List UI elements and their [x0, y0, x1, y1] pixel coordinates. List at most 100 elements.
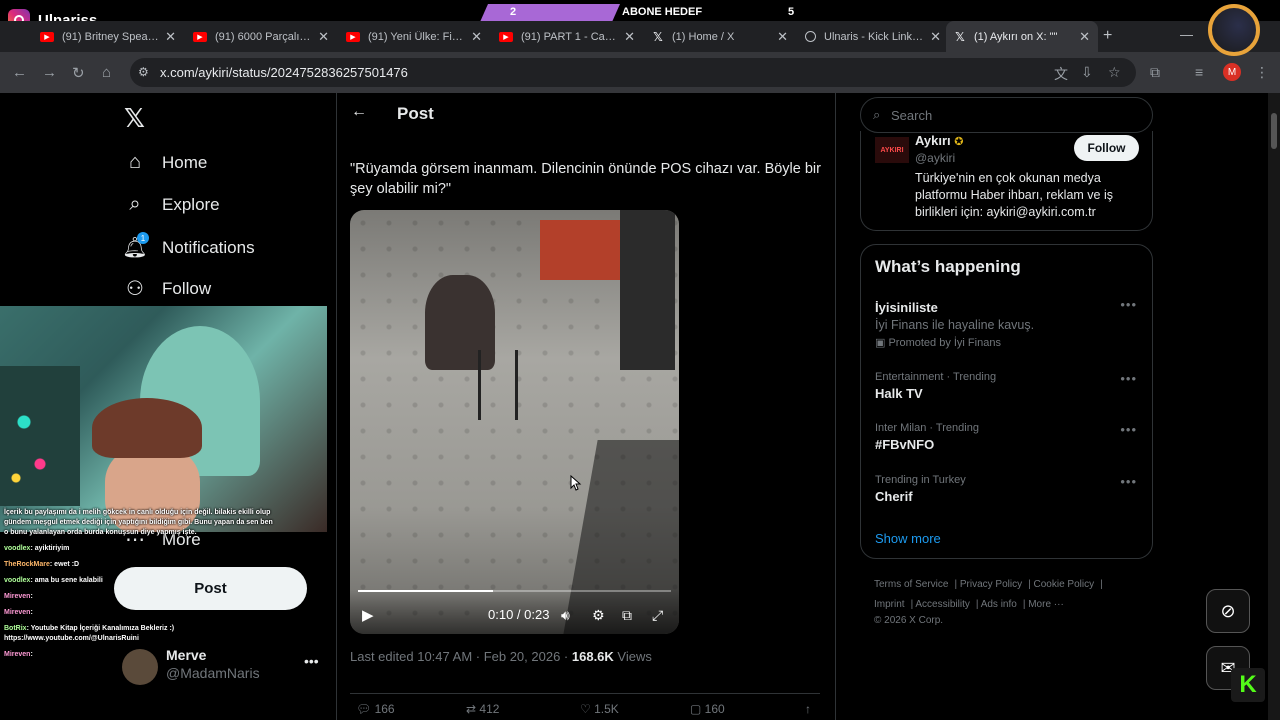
back-icon[interactable]: ←: [12, 64, 27, 81]
install-icon[interactable]: ⇩: [1081, 64, 1093, 81]
video-frame-crutches: [478, 350, 518, 420]
search-placeholder: Search: [891, 107, 933, 123]
tab-title: (1) Home / X: [672, 30, 735, 43]
tab-4[interactable]: 𝕏 (1) Home / X ✕: [644, 21, 796, 52]
close-icon[interactable]: ✕: [930, 29, 941, 45]
close-icon[interactable]: ✕: [318, 29, 329, 45]
chat-user: Mireven: [4, 593, 31, 600]
nav-label: Home: [162, 152, 208, 172]
x-logo-icon[interactable]: 𝕏: [124, 103, 145, 134]
chat-text: : ama bu sene kalabili: [30, 577, 103, 584]
reload-icon[interactable]: ↻: [72, 64, 85, 82]
url-input[interactable]: ⚙ x.com/aykiri/status/202475283625750147…: [130, 58, 1136, 87]
follow-button[interactable]: Follow: [1074, 135, 1139, 161]
address-bar: ← → ↻ ⌂ ⚙ x.com/aykiri/status/2024752836…: [0, 52, 1280, 93]
close-icon[interactable]: ✕: [165, 29, 176, 45]
post-meta: Last edited 10:47 AM · Feb 20, 2026 · 16…: [350, 649, 652, 664]
kick-icon: [805, 31, 816, 42]
chat-user: Mireven: [4, 609, 31, 616]
minimize-icon[interactable]: —: [1180, 27, 1193, 42]
chat-user: TheRockMare: [4, 561, 50, 568]
led-lights: [0, 366, 80, 506]
back-arrow-icon[interactable]: ←: [351, 103, 367, 121]
footer-link[interactable]: Cookie Policy: [1034, 579, 1095, 590]
close-icon[interactable]: ✕: [777, 29, 788, 45]
footer-link[interactable]: Imprint: [874, 599, 905, 610]
search-input[interactable]: ⌕ Search: [860, 97, 1153, 133]
tab-0[interactable]: ▶ (91) Britney Spears - ✕: [32, 21, 184, 52]
tab-title: (1) Aykırı on X: "": [974, 30, 1058, 43]
show-more-link[interactable]: Show more: [875, 531, 941, 546]
menu-icon[interactable]: ⋮: [1255, 64, 1269, 81]
more-dots-icon[interactable]: •••: [1120, 297, 1137, 312]
footer-link[interactable]: Accessibility: [915, 599, 969, 610]
grok-icon[interactable]: ⊘: [1206, 589, 1250, 633]
nav-follow[interactable]: ⚇ Follow: [122, 276, 211, 301]
scrollbar[interactable]: [1268, 93, 1280, 720]
video-progress-bar[interactable]: [358, 590, 671, 592]
more-dots-icon[interactable]: •••: [304, 653, 319, 669]
subgoal-count: 2: [510, 6, 517, 18]
more-dots-icon[interactable]: •••: [1120, 474, 1137, 489]
tab-3[interactable]: ▶ (91) PART 1 - Canan ✕: [491, 21, 643, 52]
reply-button[interactable]: 💬︎ 166: [356, 702, 395, 716]
footer-link[interactable]: Ads info: [981, 599, 1017, 610]
more-dots-icon[interactable]: •••: [1120, 371, 1137, 386]
nav-label: Follow: [162, 278, 212, 298]
pip-icon[interactable]: ⧉: [622, 607, 632, 624]
who-to-follow-card: AYKIRI Aykırı ✪ @aykiri Türkiye'nin en ç…: [860, 131, 1153, 231]
close-icon[interactable]: ✕: [471, 29, 482, 45]
more-dots-icon[interactable]: •••: [1120, 422, 1137, 437]
close-icon[interactable]: ✕: [624, 29, 635, 45]
extensions-icon[interactable]: ⧉: [1150, 64, 1160, 81]
chat-text: :: [30, 651, 33, 658]
fullscreen-icon[interactable]: ⤢: [652, 607, 663, 624]
tab-1[interactable]: ▶ (91) 6000 Parçalık Pla ✕: [185, 21, 337, 52]
new-tab-icon[interactable]: +: [1103, 27, 1112, 45]
close-icon[interactable]: ✕: [1079, 29, 1090, 45]
nav-explore[interactable]: ⌕ Explore: [122, 193, 219, 216]
chat-text: : Youtube Kitap İçeriği Kanalımıza Bekle…: [4, 625, 175, 642]
repost-button[interactable]: ⇄ 412: [466, 702, 499, 716]
account-name[interactable]: Aykırı ✪: [915, 133, 964, 148]
chat-user: Mireven: [4, 651, 31, 658]
tab-2[interactable]: ▶ (91) Yeni Ülke: Finlan ✕: [338, 21, 490, 52]
webcam-overlay: [0, 306, 327, 532]
trend-item[interactable]: Inter Milan · Trending #FBvNFO •••: [875, 422, 1143, 452]
video-player[interactable]: ▶ 0:10 / 0:23 🔊︎ ⚙ ⧉ ⤢: [350, 210, 679, 634]
bookmark-count: 160: [704, 702, 725, 716]
aykiri-logo: AYKIRI: [875, 137, 909, 163]
chat-line: Mireven:: [4, 608, 274, 618]
bookmark-button[interactable]: ▢ 160: [690, 702, 725, 716]
scrollbar-thumb[interactable]: [1271, 113, 1277, 149]
footer-row: Imprint | Accessibility | Ads info | More ·…: [874, 599, 1064, 610]
translate-icon[interactable]: 文: [1054, 64, 1068, 84]
bookmark-star-icon[interactable]: ☆: [1108, 64, 1121, 81]
footer-row: Terms of Service | Privacy Policy | Cookie…: [874, 579, 1103, 590]
post-actions: 💬︎ 166 ⇄ 412 ♡ 1.5K ▢ 160 ↑: [350, 693, 820, 716]
share-icon[interactable]: ↑: [805, 702, 811, 716]
trend-item[interactable]: Entertainment · Trending Halk TV •••: [875, 371, 1143, 401]
trend-item[interactable]: Trending in Turkey Cherif •••: [875, 474, 1143, 504]
like-button[interactable]: ♡ 1.5K: [580, 702, 619, 716]
tab-6[interactable]: 𝕏 (1) Aykırı on X: "" ✕: [946, 21, 1098, 52]
play-icon[interactable]: ▶: [362, 606, 374, 624]
trend-item[interactable]: İyisiniliste İyi Finans ile hayaline kav…: [875, 297, 1143, 349]
forward-icon[interactable]: →: [42, 64, 57, 81]
reply-count: 166: [374, 702, 395, 716]
footer-link[interactable]: More ···: [1028, 599, 1064, 610]
x-icon: 𝕏: [955, 29, 965, 44]
mouse-cursor-icon: [570, 475, 582, 491]
profile-avatar[interactable]: M: [1223, 63, 1241, 81]
footer-link[interactable]: Privacy Policy: [960, 579, 1022, 590]
nav-home[interactable]: ⌂ Home: [122, 151, 207, 174]
tab-5[interactable]: Ulnaris - Kick Link Vi ✕: [797, 21, 949, 52]
media-icon[interactable]: ≡: [1195, 64, 1203, 80]
settings-gear-icon[interactable]: ⚙: [592, 607, 605, 624]
home-icon[interactable]: ⌂: [102, 64, 111, 81]
tab-title: Ulnaris - Kick Link Vi: [824, 30, 925, 43]
footer-link[interactable]: Terms of Service: [874, 579, 948, 590]
volume-icon[interactable]: 🔊︎: [561, 607, 570, 624]
site-info-icon[interactable]: ⚙: [138, 65, 149, 79]
trend-title: Cherif: [875, 489, 913, 504]
